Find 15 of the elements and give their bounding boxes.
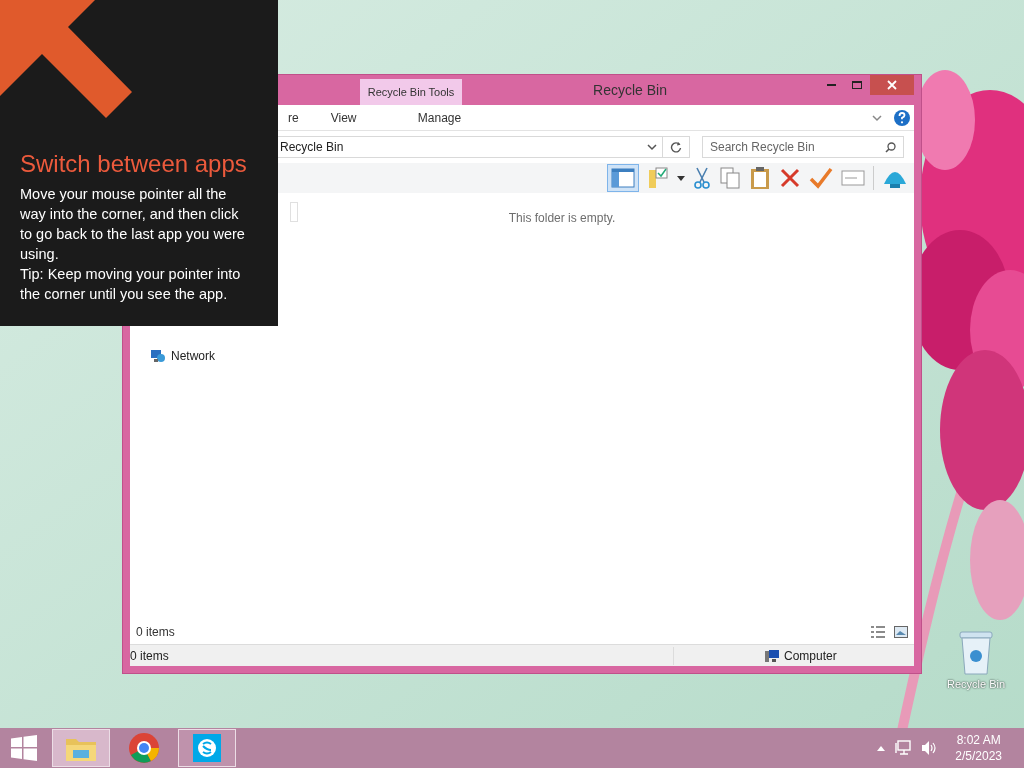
status-location: Computer xyxy=(784,647,837,665)
contextual-tab-label: Recycle Bin Tools xyxy=(360,79,462,105)
window-title: Recycle Bin xyxy=(593,80,667,100)
status-item-count: 0 items xyxy=(130,646,674,665)
ribbon-tab[interactable]: Manage xyxy=(388,104,491,131)
search-input[interactable]: Search Recycle Bin xyxy=(710,138,885,156)
address-text: Recycle Bin xyxy=(280,139,345,156)
search-field[interactable]: Search Recycle Bin xyxy=(702,136,904,158)
overlay-body: Move your mouse pointer all the way into the corner, and then click to go back to the last app you were using. xyxy=(20,185,246,264)
ribbon-tab[interactable]: View xyxy=(314,104,373,131)
overlay-tip: Tip: Keep moving your pointer into the corner until you see the app. xyxy=(20,265,242,304)
desktop-icon-label: Recycle Bin xyxy=(946,677,1006,692)
item-count: 0 items xyxy=(136,624,176,641)
nav-item[interactable]: Network xyxy=(171,347,215,365)
empty-folder-message: This folder is empty. xyxy=(508,210,616,227)
